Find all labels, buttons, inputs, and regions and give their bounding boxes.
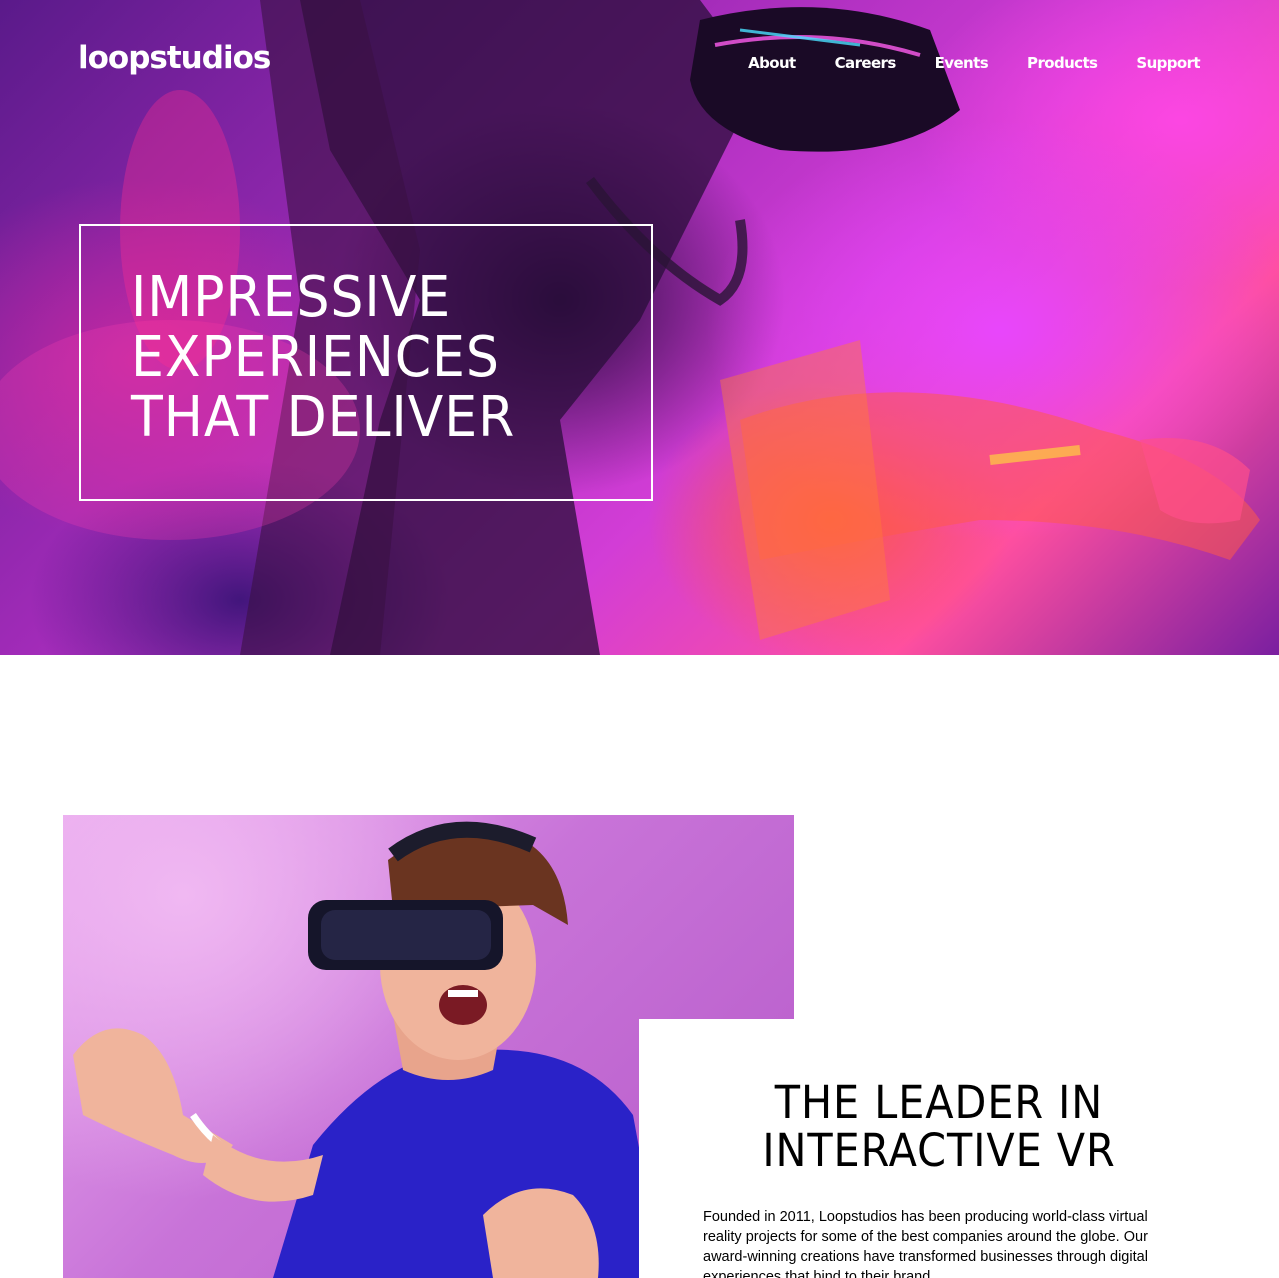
- hero-title-line: EXPERIENCES: [131, 325, 500, 390]
- hero-title-box: IMPRESSIVE EXPERIENCES THAT DELIVER: [79, 224, 653, 501]
- feature-title-line: THE LEADER IN: [774, 1076, 1104, 1129]
- nav-link-support[interactable]: Support: [1136, 54, 1200, 72]
- hero-title-line: THAT DELIVER: [131, 385, 516, 450]
- landing-page: loopstudios About Careers Events Product…: [0, 0, 1279, 1278]
- nav-link-events[interactable]: Events: [935, 54, 989, 72]
- hero-title-line: IMPRESSIVE: [131, 265, 452, 330]
- hero-title: IMPRESSIVE EXPERIENCES THAT DELIVER: [131, 268, 515, 448]
- nav-link-about[interactable]: About: [748, 54, 796, 72]
- hero-section: loopstudios About Careers Events Product…: [0, 0, 1279, 655]
- feature-title: THE LEADER IN INTERACTIVE VR: [746, 1079, 1132, 1175]
- logo[interactable]: loopstudios: [78, 40, 271, 76]
- nav-link-careers[interactable]: Careers: [835, 54, 897, 72]
- nav-link-products[interactable]: Products: [1027, 54, 1098, 72]
- feature-title-line: INTERACTIVE VR: [762, 1124, 1116, 1177]
- main-nav: About Careers Events Products Support: [748, 54, 1200, 72]
- feature-card: THE LEADER IN INTERACTIVE VR Founded in …: [639, 1019, 1279, 1278]
- feature-description: Founded in 2011, Loopstudios has been pr…: [703, 1209, 1148, 1278]
